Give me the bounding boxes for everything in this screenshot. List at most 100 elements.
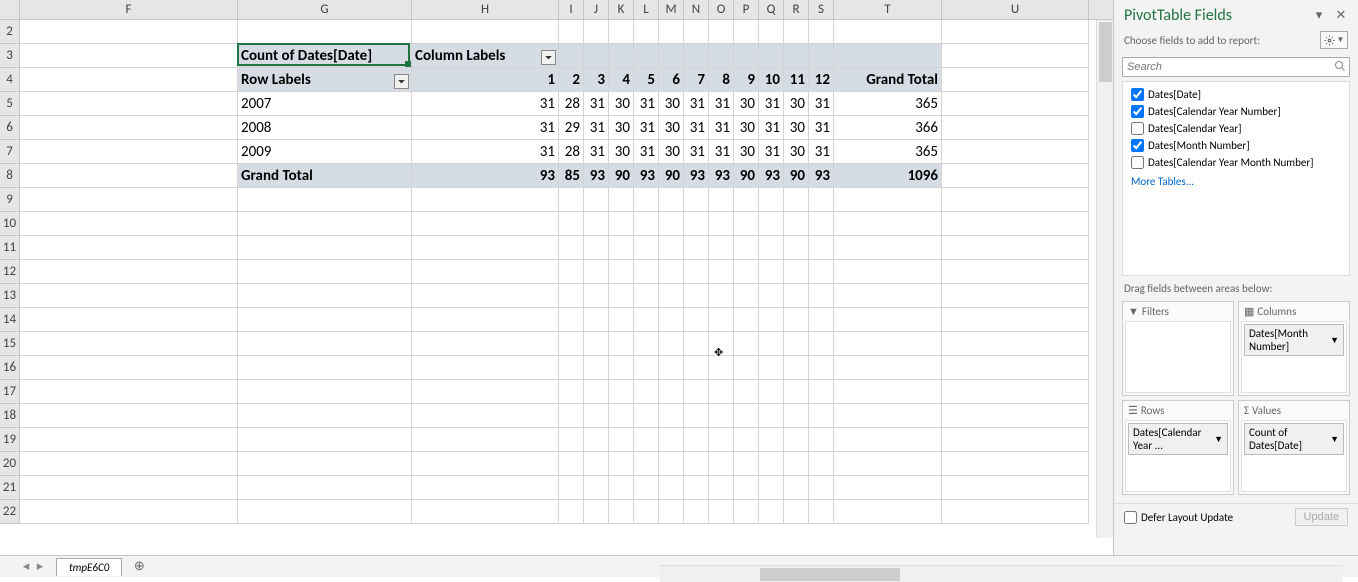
row-header[interactable]: 16 [0,356,20,380]
column-header[interactable] [0,0,20,19]
cell[interactable] [238,404,412,428]
cell[interactable] [20,356,238,380]
row-header[interactable]: 12 [0,260,20,284]
column-header[interactable]: S [809,0,834,19]
cell[interactable] [834,236,942,260]
chevron-down-icon[interactable]: ▼ [1330,335,1339,346]
cell[interactable] [684,236,709,260]
cell[interactable] [584,284,609,308]
cell[interactable] [684,44,709,68]
column-header[interactable]: N [684,0,709,19]
cell[interactable]: 28 [559,92,584,116]
cell[interactable] [734,404,759,428]
cell[interactable] [784,284,809,308]
cell[interactable] [759,404,784,428]
column-header[interactable]: F [20,0,238,19]
cell[interactable] [659,20,684,44]
cell[interactable]: Grand Total [834,68,942,92]
row-labels-dropdown[interactable] [394,74,409,89]
cell[interactable] [584,236,609,260]
cell[interactable]: 31 [759,116,784,140]
cell[interactable] [942,164,1089,188]
cell[interactable] [809,380,834,404]
row-header[interactable]: 4 [0,68,20,92]
cell[interactable] [709,308,734,332]
cell[interactable] [659,188,684,212]
cell[interactable] [942,188,1089,212]
cell[interactable] [834,44,942,68]
cell[interactable] [759,332,784,356]
cell[interactable] [584,44,609,68]
cell[interactable] [634,260,659,284]
cell[interactable] [20,116,238,140]
cell[interactable] [20,260,238,284]
cell[interactable] [609,44,634,68]
add-sheet-button[interactable]: ⊕ [130,558,148,576]
cell[interactable]: Grand Total [238,164,412,188]
cell[interactable] [659,212,684,236]
cell[interactable] [584,20,609,44]
cell[interactable] [709,212,734,236]
search-icon[interactable] [1334,60,1346,76]
cell[interactable] [709,20,734,44]
sheet-nav-next-icon[interactable]: ▸ [34,561,46,573]
cell[interactable] [784,500,809,524]
cell[interactable] [734,188,759,212]
row-header[interactable]: 14 [0,308,20,332]
cell[interactable] [942,284,1089,308]
cell[interactable] [659,500,684,524]
cell[interactable] [709,476,734,500]
cell[interactable] [834,428,942,452]
cell[interactable] [734,428,759,452]
cell[interactable] [412,452,559,476]
cell[interactable] [759,188,784,212]
cell[interactable] [809,188,834,212]
cell[interactable] [809,260,834,284]
cell[interactable]: 31 [684,116,709,140]
cell[interactable] [559,236,584,260]
cell[interactable]: 31 [809,92,834,116]
cell[interactable]: 31 [809,140,834,164]
cell[interactable] [759,44,784,68]
cell[interactable]: 365 [834,92,942,116]
cell[interactable] [559,44,584,68]
cell[interactable] [609,380,634,404]
cell[interactable] [609,452,634,476]
row-header[interactable]: 21 [0,476,20,500]
cell[interactable]: 28 [559,140,584,164]
cell[interactable]: 93 [584,164,609,188]
cell[interactable] [634,284,659,308]
cell[interactable] [659,428,684,452]
cell[interactable] [809,44,834,68]
cell[interactable]: 93 [809,164,834,188]
cell[interactable] [238,428,412,452]
column-labels-dropdown[interactable] [541,50,556,65]
cell[interactable] [684,428,709,452]
cell[interactable] [809,404,834,428]
cell[interactable] [809,212,834,236]
cell[interactable]: 30 [784,140,809,164]
cell[interactable] [584,500,609,524]
column-header[interactable]: T [834,0,942,19]
cell[interactable] [609,284,634,308]
cell[interactable]: 30 [659,140,684,164]
cell[interactable] [942,356,1089,380]
cell[interactable] [20,284,238,308]
cell[interactable] [709,284,734,308]
cell[interactable] [784,236,809,260]
cell[interactable] [734,284,759,308]
cell[interactable] [559,500,584,524]
cell[interactable] [634,212,659,236]
vertical-scrollbar[interactable] [1096,20,1113,538]
cell[interactable] [20,476,238,500]
cell[interactable]: 31 [634,140,659,164]
cell[interactable] [809,236,834,260]
cell[interactable] [634,452,659,476]
panel-close-icon[interactable]: ✕ [1334,9,1348,23]
cell[interactable] [20,236,238,260]
cell[interactable] [834,20,942,44]
cell[interactable] [942,404,1089,428]
cell[interactable] [634,428,659,452]
row-header[interactable]: 17 [0,380,20,404]
cell[interactable] [20,380,238,404]
